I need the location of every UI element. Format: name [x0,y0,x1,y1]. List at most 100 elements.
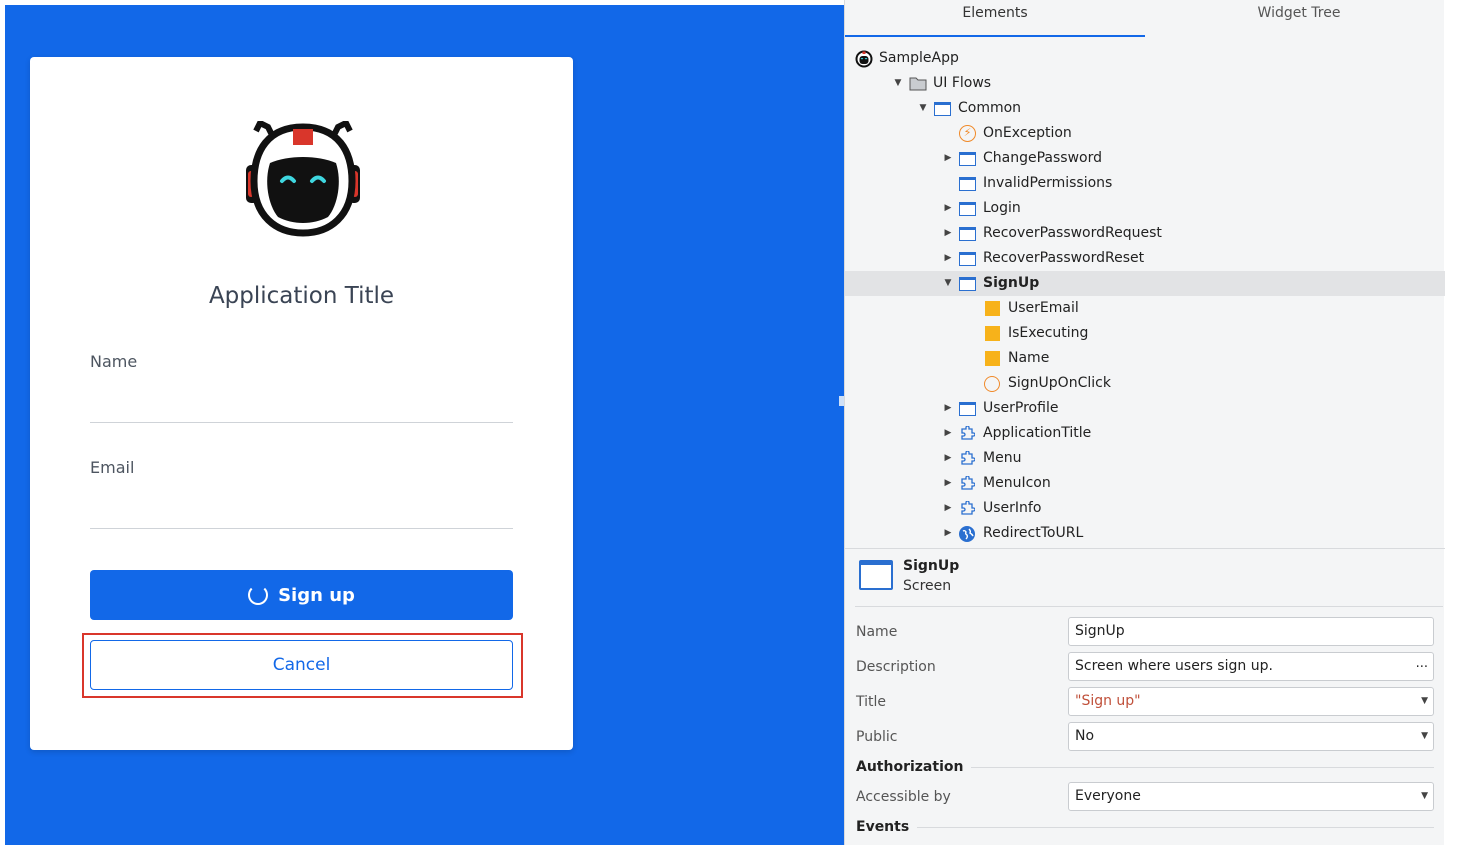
robot-logo-icon [246,121,360,237]
properties-title: SignUp [903,558,960,574]
tree-item-sampleapp[interactable]: SampleApp [845,46,1445,71]
dropdown-arrow-icon: ▼ [1421,791,1428,801]
tree-item-label: SignUp [983,275,1040,291]
email-input[interactable] [90,499,513,529]
robot-icon [855,50,873,68]
tree-item-label: SampleApp [879,50,959,66]
application-title: Application Title [208,283,395,309]
section-divider [971,767,1434,768]
dropdown-arrow-icon: ▼ [1421,696,1428,706]
screen-icon [959,202,976,216]
prop-title-select[interactable]: "Sign up" ▼ [1068,687,1434,716]
expand-right-icon[interactable]: ▶ [943,478,953,488]
expand-down-icon[interactable]: ▼ [943,278,953,288]
tree-item-label: Menu [983,450,1022,466]
tree-item-signup[interactable]: ▼ SignUp [845,271,1445,296]
prop-accessible-by-value: Everyone [1075,788,1141,804]
properties-header: SignUp Screen [857,556,1437,606]
prop-accessible-by-label: Accessible by [856,789,951,805]
tree-item-label: InvalidPermissions [983,175,1113,191]
tree-item-recoverpasswordreset[interactable]: ▶ RecoverPasswordReset [845,246,1445,271]
expand-right-icon[interactable]: ▶ [943,228,953,238]
prop-name-input[interactable]: SignUp [1068,617,1434,646]
prop-description-input[interactable]: Screen where users sign up. ... [1068,652,1434,681]
tree-item-isexecuting[interactable]: IsExecuting [845,321,1445,346]
prop-title-value: "Sign up" [1075,693,1141,709]
tree-item-label: OnException [983,125,1072,141]
tree-item-menuicon[interactable]: ▶ MenuIcon [845,471,1445,496]
cancel-button-label: Cancel [272,655,331,675]
expand-right-icon[interactable]: ▶ [943,253,953,263]
tree-item-menu[interactable]: ▶ Menu [845,446,1445,471]
authorization-section-title: Authorization [856,759,964,775]
tab-elements[interactable]: Elements [845,0,1145,37]
variable-icon [985,326,1000,341]
prop-public-label: Public [856,729,898,745]
tree-item-redirecttourl[interactable]: ▶ RedirectToURL [845,521,1445,546]
screen-flow-icon [934,102,951,116]
tree-item-label: IsExecuting [1008,325,1089,341]
tree-item-name[interactable]: Name [845,346,1445,371]
name-input[interactable] [90,393,513,423]
signup-button-label: Sign up [278,584,355,606]
expand-right-icon[interactable]: ▶ [943,528,953,538]
variable-icon [985,351,1000,366]
elements-tree: SampleApp ▼ UI Flows ▼ Common ⚡ OnException ▶ Ch… [845,46,1445,546]
expand-right-icon[interactable]: ▶ [943,153,953,163]
tree-item-label: RedirectToURL [983,525,1084,541]
expand-right-icon[interactable]: ▶ [943,503,953,513]
tree-item-label: MenuIcon [983,475,1051,491]
tree-item-label: Common [958,100,1022,116]
tree-item-onexception[interactable]: ⚡ OnException [845,121,1445,146]
tab-widget-tree[interactable]: Widget Tree [1149,0,1449,37]
cancel-button[interactable]: Cancel [90,640,513,690]
email-label: Email [90,458,135,477]
tree-item-userinfo[interactable]: ▶ UserInfo [845,496,1445,521]
variable-icon [985,301,1000,316]
globe-icon [959,526,975,542]
expand-right-icon[interactable]: ▶ [943,203,953,213]
block-icon [959,425,976,442]
tree-item-label: Login [983,200,1021,216]
tree-item-userprofile[interactable]: ▶ UserProfile [845,396,1445,421]
block-icon [959,500,976,517]
tree-item-applicationtitle[interactable]: ▶ ApplicationTitle [845,421,1445,446]
screen-large-icon [859,560,893,590]
prop-public-select[interactable]: No ▼ [1068,722,1434,751]
properties-divider [855,606,1443,607]
prop-accessible-by-select[interactable]: Everyone ▼ [1068,782,1434,811]
exception-handler-icon: ⚡ [959,125,976,142]
tree-item-login[interactable]: ▶ Login [845,196,1445,221]
expand-down-icon[interactable]: ▼ [893,78,903,88]
more-button[interactable]: ... [1416,656,1428,671]
tree-item-label: RecoverPasswordRequest [983,225,1162,241]
prop-public-value: No [1075,728,1095,744]
prop-title-label: Title [856,694,887,710]
tree-item-ui flows[interactable]: ▼ UI Flows [845,71,1445,96]
tree-item-label: ChangePassword [983,150,1102,166]
screen-icon [959,177,976,191]
dropdown-arrow-icon: ▼ [1421,731,1428,741]
tree-item-changepassword[interactable]: ▶ ChangePassword [845,146,1445,171]
expand-right-icon[interactable]: ▶ [943,453,953,463]
tree-item-recoverpasswordrequest[interactable]: ▶ RecoverPasswordRequest [845,221,1445,246]
screen-icon [959,277,976,291]
tree-item-common[interactable]: ▼ Common [845,96,1445,121]
tree-item-signuponclick[interactable]: SignUpOnClick [845,371,1445,396]
signup-button[interactable]: Sign up [90,570,513,620]
tree-item-label: RecoverPasswordReset [983,250,1145,266]
events-section-title: Events [856,819,910,835]
prop-name-label: Name [856,624,898,640]
prop-description-value: Screen where users sign up. [1075,658,1273,674]
tree-item-invalidpermissions[interactable]: InvalidPermissions [845,171,1445,196]
tree-item-label: UserProfile [983,400,1059,416]
expand-right-icon[interactable]: ▶ [943,403,953,413]
expand-right-icon[interactable]: ▶ [943,428,953,438]
section-divider [917,827,1434,828]
tree-item-label: UserEmail [1008,300,1079,316]
elements-panel: Elements Widget Tree SampleApp ▼ UI Flows ▼… [844,0,1445,845]
tree-item-useremail[interactable]: UserEmail [845,296,1445,321]
folder-icon [909,77,927,91]
prop-description-label: Description [856,659,936,675]
expand-down-icon[interactable]: ▼ [918,103,928,113]
